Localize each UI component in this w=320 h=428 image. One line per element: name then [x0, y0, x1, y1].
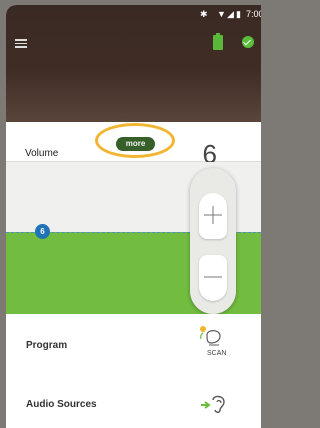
audio-sources-label: Audio Sources	[26, 399, 97, 410]
check-icon	[242, 36, 254, 48]
signal-icon: ◢	[227, 9, 234, 19]
battery-icon: ▮	[236, 9, 241, 19]
wifi-icon: ▼	[217, 9, 226, 19]
menu-icon[interactable]	[15, 39, 27, 48]
program-label: Program	[26, 340, 68, 351]
bluetooth-icon: ✱	[200, 9, 208, 19]
more-button[interactable]: more	[116, 137, 155, 151]
program-row[interactable]: Program SCAN	[6, 314, 261, 378]
app-header: ✱ ▼ ◢ ▮ 7:00	[6, 5, 261, 122]
app-screen: ✱ ▼ ◢ ▮ 7:00 Volume 6 6 more Program	[6, 5, 261, 428]
status-time: 7:00	[246, 9, 261, 19]
battery-icon	[213, 33, 223, 50]
volume-level-badge: 6	[35, 224, 50, 239]
scan-program-icon	[199, 326, 221, 346]
volume-down-button[interactable]	[199, 255, 227, 301]
ear-sound-icon	[201, 395, 225, 413]
scan-label: SCAN	[207, 350, 227, 357]
audio-sources-row[interactable]: Audio Sources	[6, 377, 261, 428]
plus-icon	[204, 206, 222, 224]
volume-up-button[interactable]	[199, 193, 227, 239]
volume-label: Volume	[25, 148, 59, 159]
minus-icon	[204, 276, 222, 278]
